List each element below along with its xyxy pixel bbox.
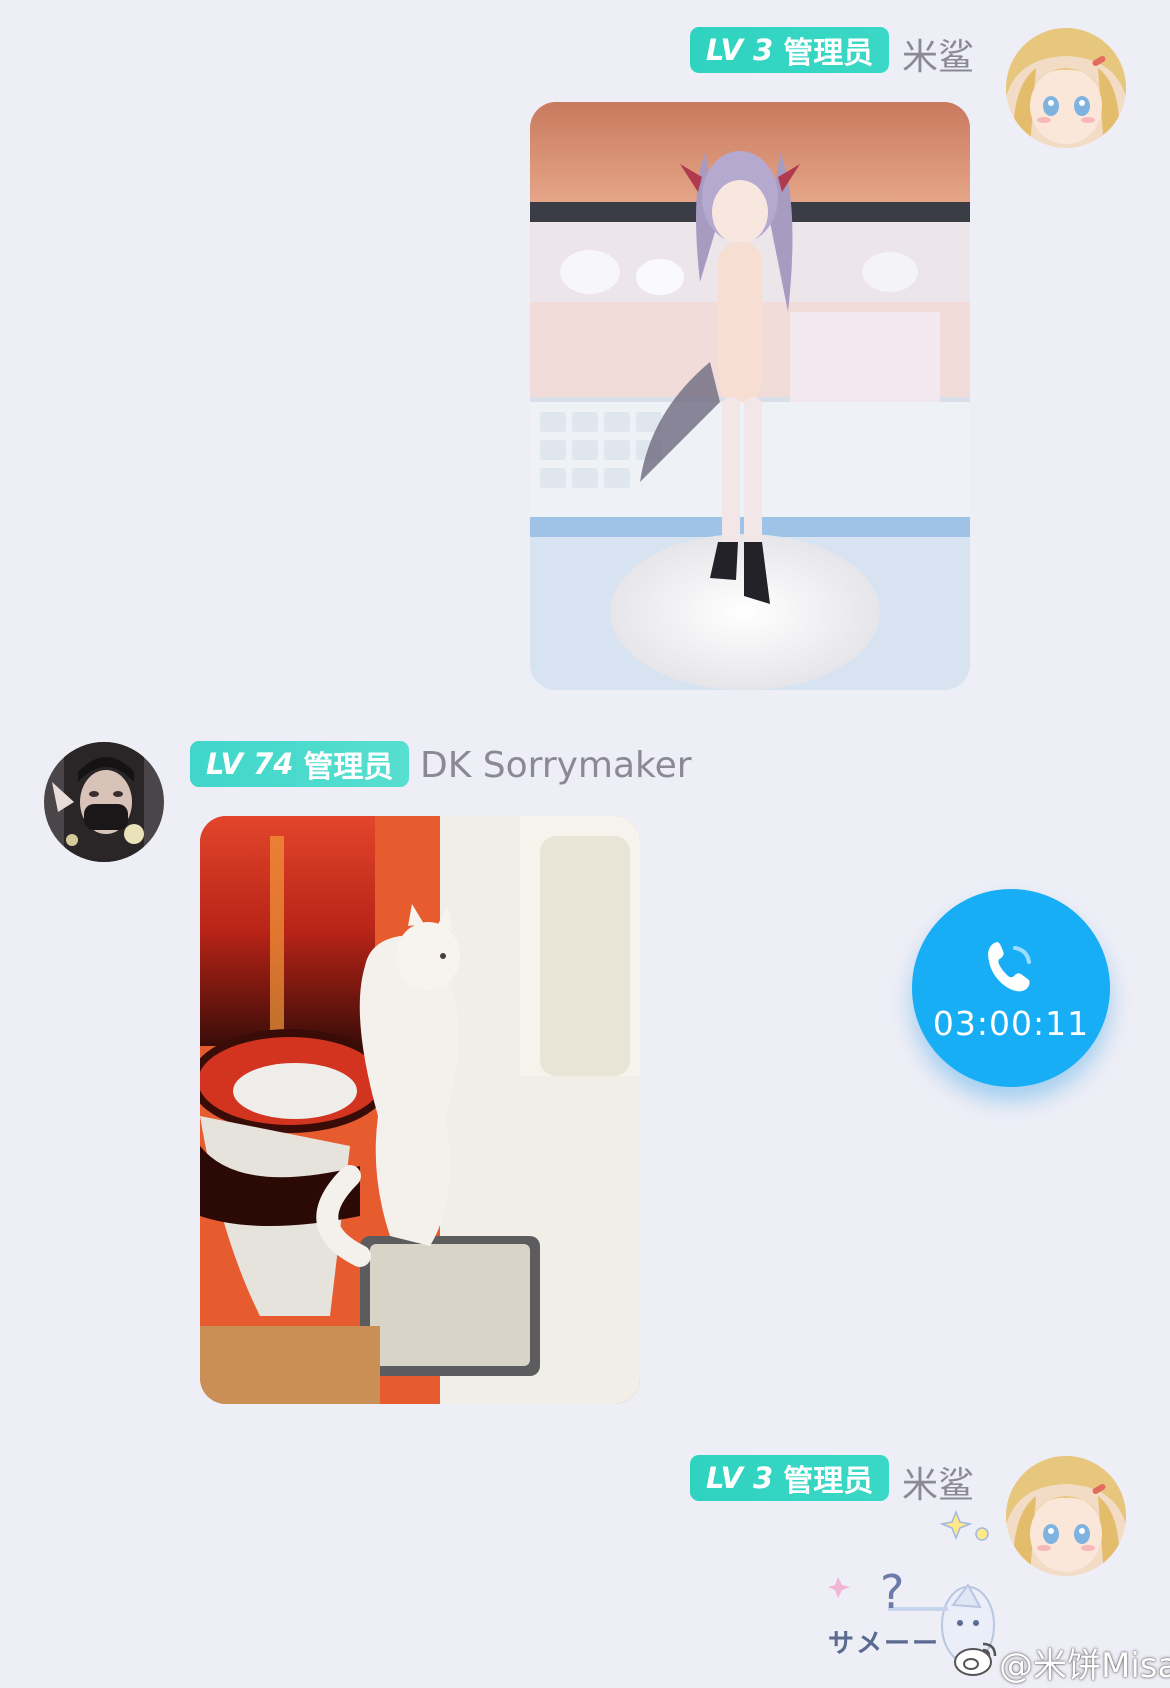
anime-girl-avatar-icon bbox=[1006, 1456, 1126, 1576]
role-text: 管理员 bbox=[303, 750, 394, 785]
figure-photo[interactable] bbox=[530, 102, 970, 690]
cat-photo-image bbox=[200, 816, 640, 1404]
level-text: LV 3 bbox=[706, 33, 774, 67]
level-text: LV 3 bbox=[706, 1461, 774, 1495]
level-badge: LV 74 管理员 bbox=[190, 741, 410, 787]
level-text: LV 74 bbox=[206, 747, 294, 781]
anime-girl-avatar-icon bbox=[1006, 28, 1126, 148]
sender-name[interactable]: 米鲨 bbox=[902, 28, 974, 80]
sender-name[interactable]: 米鲨 bbox=[902, 1456, 974, 1508]
masked-person-avatar-icon bbox=[44, 742, 164, 862]
call-duration: 03:00:11 bbox=[932, 1003, 1090, 1043]
sender-name[interactable]: DK Sorrymaker bbox=[420, 745, 692, 786]
avatar[interactable] bbox=[1006, 1456, 1126, 1576]
sticker-text: サメーー bbox=[828, 1629, 941, 1659]
cat-photo[interactable] bbox=[200, 816, 640, 1404]
voice-call-button[interactable]: 03:00:11 bbox=[912, 889, 1110, 1087]
sticker-mark: ? bbox=[880, 1565, 905, 1619]
phone-icon bbox=[988, 941, 1031, 991]
level-badge: LV 3 管理员 bbox=[690, 27, 890, 73]
role-text: 管理员 bbox=[783, 1464, 874, 1499]
avatar[interactable] bbox=[44, 742, 164, 862]
watermark-text: @米饼Misa bbox=[999, 1646, 1170, 1686]
figure-photo-image bbox=[530, 102, 970, 690]
watermark: @米饼Misa bbox=[953, 1636, 1170, 1686]
avatar[interactable] bbox=[1006, 28, 1126, 148]
weibo-icon bbox=[954, 1642, 997, 1676]
sparkle-icon bbox=[939, 1509, 989, 1541]
role-text: 管理员 bbox=[783, 36, 874, 71]
level-badge: LV 3 管理员 bbox=[690, 1455, 890, 1501]
